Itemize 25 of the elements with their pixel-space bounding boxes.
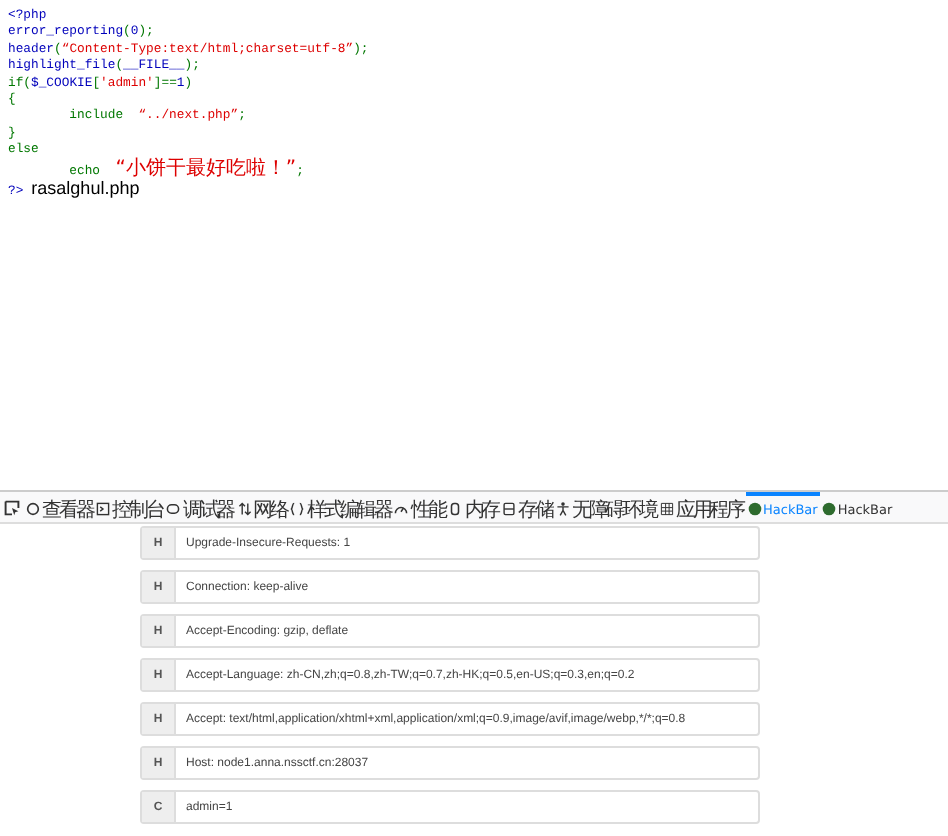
hackbar-icon — [747, 502, 761, 516]
devtools-tab[interactable]: 控制台 — [94, 492, 165, 522]
grid-icon — [659, 502, 674, 516]
gauge-icon — [394, 502, 409, 516]
rounded-box-icon — [448, 502, 463, 516]
console-icon — [96, 502, 111, 516]
storage-icon — [502, 502, 517, 516]
rounded-box-icon — [166, 502, 181, 516]
output-text: rasalghul.php — [31, 180, 140, 197]
hackbar-icon — [821, 502, 836, 516]
element-picker-icon[interactable] — [4, 499, 20, 515]
devtools-tab[interactable]: 存储 — [500, 492, 554, 522]
devtools-tab[interactable]: 调试器 — [164, 492, 236, 522]
devtools-tab[interactable]: 样式编辑器 — [288, 492, 393, 522]
devtools-tab[interactable]: 内存 — [446, 492, 501, 522]
devtools-tab[interactable]: 网络 — [235, 492, 289, 522]
braces-icon — [290, 502, 305, 516]
arrows-icon — [237, 502, 252, 516]
devtools-tab[interactable]: 性能 — [392, 492, 447, 522]
person-icon — [555, 502, 570, 516]
circle-icon — [26, 502, 40, 516]
devtools-tab[interactable]: 无障碍环境 — [553, 492, 658, 522]
code-token: “小饼干最好吃啦！” — [115, 159, 297, 178]
devtools-tab[interactable]: 应用程序 — [657, 492, 745, 522]
devtools-tab[interactable]: 查看器 — [24, 492, 95, 522]
